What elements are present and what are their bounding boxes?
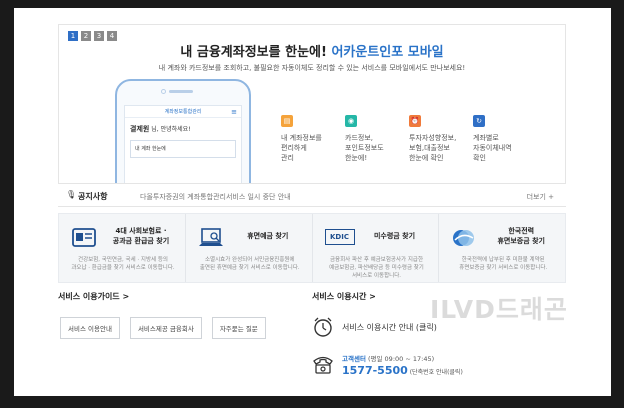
- call-number-line: 1577-5500 (단축번호 안내(클릭): [342, 364, 463, 377]
- call-number: 1577-5500: [342, 364, 408, 377]
- phone-greet-name: 결제원: [130, 125, 150, 133]
- service-guide-title[interactable]: 서비스 이용가이드 >: [58, 291, 129, 302]
- page: 1 2 3 4 내 금융계좌정보를 한눈에! 어카운트인포 모바일 내 계좌와 …: [14, 8, 611, 396]
- headline-main: 내 금융계좌정보를 한눈에!: [180, 45, 332, 60]
- service-time-link[interactable]: 서비스 이용시간 안내 (클릭): [312, 316, 437, 338]
- phone-card-text: 내 계좌 한눈에: [135, 146, 166, 152]
- service-time-title[interactable]: 서비스 이용시간 >: [312, 291, 376, 302]
- kepco-logo: [453, 230, 475, 246]
- watermark: ILVD드래곤: [430, 295, 568, 324]
- service-title: 미수령금 찾기: [373, 232, 416, 240]
- call-hours: (평일 09:00 ~ 17:45): [365, 355, 435, 363]
- feature-item: ▤ 내 계좌정보를 편리하게 관리: [281, 115, 345, 163]
- service-desc: 한국전력에 납부된 후 미환불 계약된 휴면보증금 찾기 서비스로 이동합니다.: [459, 257, 548, 271]
- phone-illustration: 계좌정보통합관리 ≡ 결제원 님, 안녕하세요! 내 계좌 한눈에: [115, 79, 251, 183]
- service-title: 휴면예금 찾기: [247, 232, 289, 240]
- feature-text: 투자자성향정보, 보험,대출정보 한눈에 확인: [409, 134, 457, 162]
- service-unclaimed-funds[interactable]: KDIC 미수령금 찾기 금융회사 파산 후 예금보험공사가 지급한 예금보험금…: [313, 214, 440, 282]
- customer-center[interactable]: 고객센터 (평일 09:00 ~ 17:45) 1577-5500 (단축번호 …: [312, 353, 463, 377]
- kdic-logo: KDIC: [324, 229, 355, 245]
- notice-message-link[interactable]: 다올투자증권의 계좌통합관리서비스 일시 중단 안내: [140, 192, 291, 202]
- faq-button[interactable]: 자주묻는 질문: [211, 317, 266, 339]
- phone-card-box: 내 계좌 한눈에: [130, 140, 236, 158]
- call-label: 고객센터: [342, 355, 366, 363]
- headline-brand: 어카운트인포 모바일: [331, 45, 444, 60]
- banner-headline: 내 금융계좌정보를 한눈에! 어카운트인포 모바일: [59, 41, 565, 60]
- feature-text: 계좌별로 자동이체내역 확인: [473, 134, 512, 162]
- partner-institutions-button[interactable]: 서비스제공 금융회사: [129, 317, 202, 339]
- telephone-icon: [313, 356, 333, 374]
- eye-icon: ◉: [345, 115, 357, 127]
- call-note[interactable]: (단축번호 안내(클릭): [408, 369, 463, 376]
- service-desc: 건강보험, 국민연금, 국세 · 지방세 등의 과오납 · 환급금을 찾기 서비…: [71, 257, 175, 271]
- service-desc: 금융회사 파산 후 예금보험공사가 지급한 예금보험금, 파산배당금 등 미수령…: [329, 257, 424, 279]
- refresh-icon: ↻: [473, 115, 485, 127]
- phone-camera: [161, 89, 166, 94]
- phone-greeting: 결제원 님, 안녕하세요!: [125, 118, 241, 134]
- laptop-icon: [198, 228, 223, 246]
- service-guide-buttons: 서비스 이용안내 서비스제공 금융회사 자주묻는 질문: [60, 317, 266, 339]
- service-social-insurance-refund[interactable]: 4대 사회보험료 · 공과금 환급금 찾기 건강보험, 국민연금, 국세 · 지…: [59, 214, 186, 282]
- service-kepco-deposit[interactable]: 한국전력 휴면보증금 찾기 한국전력에 납부된 후 미환불 계약된 휴면보증금 …: [439, 214, 565, 282]
- feature-list: ▤ 내 계좌정보를 편리하게 관리 ◉ 카드정보, 포인트정보도 한눈에! ⏰ …: [281, 115, 537, 163]
- wallet-icon: ▤: [281, 115, 293, 127]
- notice-label: 공지사항: [78, 192, 108, 201]
- phone-screen: 계좌정보통합관리 ≡ 결제원 님, 안녕하세요! 내 계좌 한눈에: [124, 105, 242, 183]
- pager-page-3[interactable]: 3: [94, 31, 104, 41]
- feature-item: ⏰ 투자자성향정보, 보험,대출정보 한눈에 확인: [409, 115, 473, 163]
- customer-center-info: 고객센터 (평일 09:00 ~ 17:45) 1577-5500 (단축번호 …: [342, 353, 463, 377]
- phone-greet-text: 님, 안녕하세요!: [149, 126, 191, 133]
- pager-page-1[interactable]: 1: [68, 31, 78, 41]
- service-dormant-deposit[interactable]: 휴면예금 찾기 소멸시효가 완성되어 서민금융진흥원에 출연된 휴면예금 찾기 …: [186, 214, 313, 282]
- microphone-icon: 🎙: [66, 190, 77, 199]
- clock-icon: [314, 317, 332, 337]
- banner-pager: 1 2 3 4: [68, 31, 117, 41]
- id-card-icon: [72, 228, 96, 247]
- service-desc: 소멸시효가 완성되어 서민금융진흥원에 출연된 휴면예금 찾기 서비스로 이동합…: [199, 257, 300, 271]
- feature-text: 내 계좌정보를 편리하게 관리: [281, 134, 322, 162]
- banner-subline: 내 계좌와 카드정보를 조회하고, 불필요한 자동이체도 정리할 수 있는 서비…: [158, 64, 466, 72]
- pager-page-2[interactable]: 2: [81, 31, 91, 41]
- service-title: 4대 사회보험료 · 공과금 환급금 찾기: [112, 227, 170, 245]
- notice-bar: 🎙 공지사항 다올투자증권의 계좌통합관리서비스 일시 중단 안내 더보기 +: [58, 185, 566, 207]
- service-info-button[interactable]: 서비스 이용안내: [60, 317, 120, 339]
- feature-text: 카드정보, 포인트정보도 한눈에!: [345, 134, 384, 162]
- hamburger-icon: ≡: [231, 108, 237, 116]
- service-time-text: 서비스 이용시간 안내 (클릭): [342, 322, 437, 332]
- phone-speaker: [169, 90, 193, 93]
- pager-page-4[interactable]: 4: [107, 31, 117, 41]
- service-shortcuts: 4대 사회보험료 · 공과금 환급금 찾기 건강보험, 국민연금, 국세 · 지…: [58, 213, 566, 283]
- service-title: 한국전력 휴면보증금 찾기: [497, 227, 546, 245]
- promo-banner[interactable]: 1 2 3 4 내 금융계좌정보를 한눈에! 어카운트인포 모바일 내 계좌와 …: [58, 24, 566, 184]
- phone-app-bar: 계좌정보통합관리 ≡: [125, 106, 241, 118]
- feature-item: ◉ 카드정보, 포인트정보도 한눈에!: [345, 115, 409, 163]
- phone-app-title: 계좌정보통합관리: [164, 109, 202, 115]
- notice-more-link[interactable]: 더보기 +: [527, 192, 554, 202]
- feature-item: ↻ 계좌별로 자동이체내역 확인: [473, 115, 537, 163]
- call-label-line: 고객센터 (평일 09:00 ~ 17:45): [342, 353, 463, 363]
- alarm-icon: ⏰: [409, 115, 421, 127]
